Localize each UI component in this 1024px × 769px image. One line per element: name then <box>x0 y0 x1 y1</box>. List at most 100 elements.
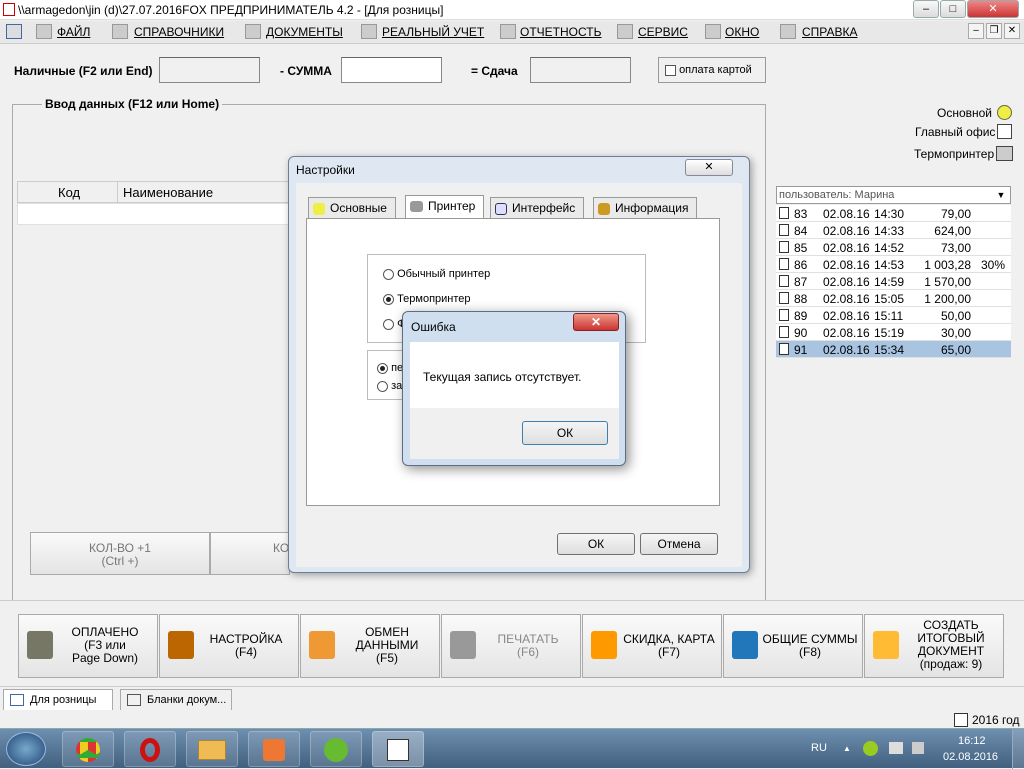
receipt-row[interactable]: 90 02.08.16 15:19 30,00 <box>776 324 1011 341</box>
start-button[interactable] <box>6 732 46 766</box>
radio-normal-printer[interactable]: Обычный принтер <box>383 268 490 280</box>
receipt-row[interactable]: 83 02.08.16 14:30 79,00 <box>776 205 1011 222</box>
radio-mode-2-dot[interactable] <box>377 380 388 392</box>
create-summary-doc-button[interactable]: СОЗДАТЬ ИТОГОВЫЙ ДОКУМЕНТ (продаж: 9) <box>864 614 1004 678</box>
receipt-date: 02.08.16 <box>823 326 870 340</box>
coin-icon <box>997 105 1012 120</box>
tab-forms[interactable]: Бланки докум... <box>120 689 232 711</box>
radio-mode-2[interactable]: за <box>377 380 402 392</box>
menu-references[interactable]: СПРАВОЧНИКИ <box>134 25 224 41</box>
card-payment-checkbox[interactable]: оплата картой <box>658 57 766 83</box>
menu-bar: ФАЙЛ СПРАВОЧНИКИ ДОКУМЕНТЫ РЕАЛЬНЫЙ УЧЕТ… <box>0 21 1024 44</box>
receipt-time: 15:19 <box>874 326 905 340</box>
show-desktop-button[interactable] <box>1012 729 1024 769</box>
receipt-sum: 65,00 <box>940 343 971 357</box>
maximize-button[interactable]: □ <box>940 0 966 18</box>
settings-button[interactable]: НАСТРОЙКА (F4) <box>159 614 299 678</box>
radio-third-option-dot[interactable] <box>383 318 394 330</box>
code-column-header[interactable]: Код <box>17 181 118 203</box>
opera-icon[interactable] <box>124 731 176 767</box>
tab-retail[interactable]: Для розницы <box>3 689 113 711</box>
document-icon <box>779 326 789 338</box>
radio-normal-printer-dot[interactable] <box>383 268 394 280</box>
tab-printer[interactable]: Принтер <box>405 195 484 219</box>
clock-date[interactable]: 02.08.2016 <box>943 751 998 763</box>
radio-mode-1-dot[interactable] <box>377 362 388 374</box>
mdi-restore-button[interactable]: ❐ <box>986 23 1002 39</box>
volume-icon[interactable] <box>912 742 924 754</box>
app-task-icon[interactable] <box>372 731 424 767</box>
error-close-button[interactable]: ✕ <box>573 313 619 331</box>
settings-cancel-button[interactable]: Отмена <box>640 533 718 555</box>
document-icon <box>779 207 789 219</box>
media-player-icon[interactable] <box>248 731 300 767</box>
receipt-sum: 30,00 <box>940 326 971 340</box>
menu-reports[interactable]: ОТЧЕТНОСТЬ <box>520 25 601 41</box>
sum-input[interactable] <box>341 57 442 83</box>
radio-thermoprinter[interactable]: Термопринтер <box>383 293 471 305</box>
receipt-row[interactable]: 87 02.08.16 14:59 1 570,00 <box>776 273 1011 290</box>
menu-service[interactable]: СЕРВИС <box>638 25 688 41</box>
tab-main[interactable]: Основные <box>308 197 396 219</box>
discount-card-button[interactable]: СКИДКА, КАРТА (F7) <box>582 614 722 678</box>
receipt-row[interactable]: 88 02.08.16 15:05 1 200,00 <box>776 290 1011 307</box>
receipt-row[interactable]: 85 02.08.16 14:52 73,00 <box>776 239 1011 256</box>
document-icon <box>779 309 789 321</box>
change-input[interactable] <box>530 57 631 83</box>
window-icon <box>705 24 721 39</box>
receipt-row[interactable]: 89 02.08.16 15:11 50,00 <box>776 307 1011 324</box>
house-icon <box>997 124 1012 139</box>
clock-time[interactable]: 16:12 <box>958 735 986 747</box>
language-indicator[interactable]: RU <box>811 742 827 754</box>
print-button[interactable]: ПЕЧАТАТЬ (F6) <box>441 614 581 678</box>
receipt-row[interactable]: 91 02.08.16 15:34 65,00 <box>776 341 1011 358</box>
status-bar: 2016 год <box>0 710 1024 730</box>
receipt-sum: 73,00 <box>940 241 971 255</box>
mdi-close-button[interactable]: ✕ <box>1004 23 1020 39</box>
quantity-plus-button[interactable]: КОЛ-ВО +1 (Ctrl +) <box>30 532 210 575</box>
menu-window[interactable]: ОКНО <box>725 25 759 41</box>
paid-button[interactable]: ОПЛАЧЕНО (F3 или Page Down) <box>18 614 158 678</box>
minimize-button[interactable]: – <box>913 0 939 18</box>
error-dialog: Ошибка ✕ Текущая запись отсутствует. ОК <box>402 311 626 466</box>
utorrent-icon[interactable] <box>310 731 362 767</box>
menu-file[interactable]: ФАЙЛ <box>57 25 90 41</box>
settings-ok-button[interactable]: ОК <box>557 533 635 555</box>
data-exchange-button[interactable]: ОБМЕН ДАННЫМИ (F5) <box>300 614 440 678</box>
link-main[interactable]: Основной <box>937 106 992 120</box>
card-checkbox[interactable] <box>665 64 676 76</box>
error-ok-button[interactable]: ОК <box>522 421 608 445</box>
tab-info[interactable]: Информация <box>593 197 697 219</box>
second-action-button[interactable]: КО <box>210 532 290 575</box>
name-column-header[interactable]: Наименование <box>117 181 297 203</box>
network-icon[interactable] <box>889 742 903 754</box>
windows-taskbar: RU ▲ 16:12 02.08.2016 <box>0 728 1024 769</box>
receipt-sum: 1 570,00 <box>924 275 971 289</box>
tray-expand-icon[interactable]: ▲ <box>843 744 851 753</box>
chevron-down-icon[interactable]: ▼ <box>992 187 1010 203</box>
user-select[interactable]: пользователь: Марина <box>776 186 1011 204</box>
explorer-icon[interactable] <box>186 731 238 767</box>
link-head-office[interactable]: Главный офис <box>915 125 995 139</box>
close-button[interactable]: ✕ <box>967 0 1019 18</box>
totals-button[interactable]: ОБЩИЕ СУММЫ (F8) <box>723 614 863 678</box>
radio-mode-1[interactable]: пе <box>377 362 403 374</box>
radio-thermoprinter-dot[interactable] <box>383 293 394 305</box>
receipt-row[interactable]: 86 02.08.16 14:53 1 003,28 30% <box>776 256 1011 273</box>
tray-app-icon[interactable] <box>863 741 878 756</box>
menu-help[interactable]: СПРАВКА <box>802 25 858 41</box>
settings-close-button[interactable]: ✕ <box>685 159 733 176</box>
receipt-date: 02.08.16 <box>823 207 870 221</box>
chrome-icon[interactable] <box>62 731 114 767</box>
receipt-number: 91 <box>794 343 808 357</box>
cash-label: Наличные (F2 или End) <box>14 64 153 78</box>
link-thermoprinter[interactable]: Термопринтер <box>914 147 994 161</box>
menu-documents[interactable]: ДОКУМЕНТЫ <box>266 25 343 41</box>
cash-input[interactable] <box>159 57 260 83</box>
receipt-sum: 1 003,28 <box>924 258 971 272</box>
tab-interface[interactable]: Интерфейс <box>490 197 584 219</box>
table-row[interactable] <box>17 203 297 225</box>
mdi-minimize-button[interactable]: – <box>968 23 984 39</box>
menu-real-accounting[interactable]: РЕАЛЬНЫЙ УЧЕТ <box>382 25 484 41</box>
receipt-row[interactable]: 84 02.08.16 14:33 624,00 <box>776 222 1011 239</box>
